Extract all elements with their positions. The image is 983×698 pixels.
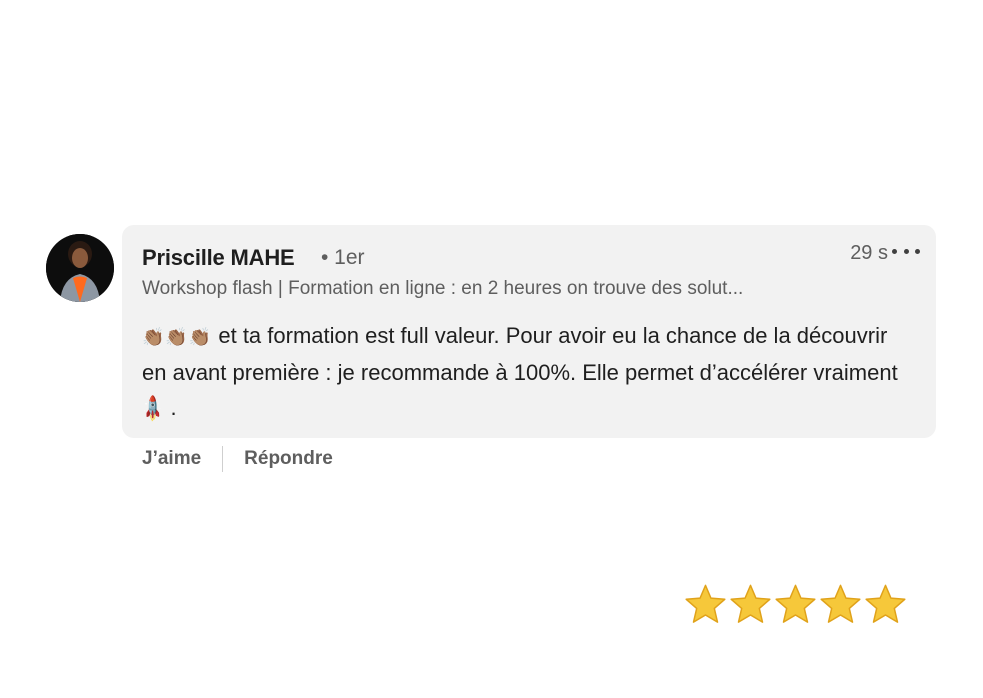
author-name[interactable]: Priscille MAHE — [142, 245, 295, 271]
comment-body: et ta formation est full valeur. Pour av… — [142, 323, 898, 385]
clap-icon: 👏🏽👏🏽👏🏽 — [142, 327, 213, 348]
dot — [915, 248, 920, 254]
page: Priscille MAHE • 1er 29 s Workshop flash… — [0, 0, 983, 698]
star-rating — [683, 582, 908, 627]
avatar-photo — [46, 234, 114, 302]
star-icon — [775, 584, 816, 623]
star-icon — [820, 584, 861, 623]
like-button[interactable]: J’aime — [142, 448, 201, 470]
dot — [903, 248, 909, 254]
dot — [892, 248, 897, 254]
more-options-icon[interactable] — [892, 239, 920, 263]
author-headline: Workshop flash | Formation en ligne : en… — [142, 278, 744, 299]
reply-button[interactable]: Répondre — [244, 448, 333, 470]
comment-text: 👏🏽👏🏽👏🏽 et ta formation est full valeur. … — [138, 318, 902, 427]
comment-actions: J’aime Répondre — [142, 445, 333, 473]
star-icon — [685, 584, 726, 623]
avatar[interactable] — [46, 234, 114, 302]
star-icon — [730, 584, 771, 623]
connection-degree: • 1er — [321, 246, 365, 269]
star-icon — [865, 584, 906, 623]
comment-bubble: Priscille MAHE • 1er 29 s Workshop flash… — [122, 225, 936, 438]
comment-timestamp: 29 s — [850, 242, 888, 264]
action-divider — [222, 446, 224, 472]
